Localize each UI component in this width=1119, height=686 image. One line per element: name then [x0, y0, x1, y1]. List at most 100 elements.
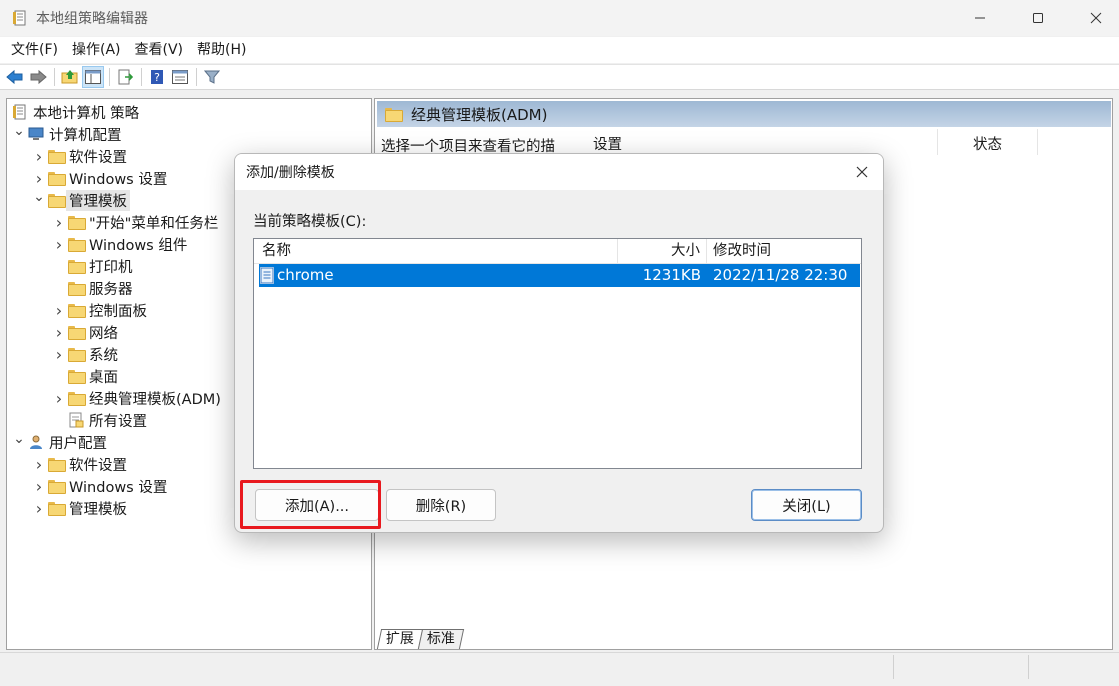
status-divider [893, 655, 894, 679]
maximize-button[interactable] [1015, 0, 1061, 36]
column-header-name[interactable]: 名称 [262, 239, 291, 264]
folder-icon [47, 148, 66, 164]
tree-item[interactable]: › Windows 设置 [31, 475, 168, 497]
tree-item[interactable]: ⌄ 管理模板 [31, 189, 130, 211]
menu-action[interactable]: 操作(A) [65, 37, 128, 63]
tree-item[interactable]: › 网络 [51, 321, 118, 343]
chevron-right-icon[interactable]: › [51, 235, 67, 254]
chevron-right-icon[interactable]: › [51, 213, 67, 232]
menu-help[interactable]: 帮助(H) [190, 37, 253, 63]
template-name: chrome [277, 266, 334, 284]
tree-item-label: 桌面 [89, 369, 118, 386]
tree-item-label: 控制面板 [89, 303, 147, 320]
folder-icon [47, 170, 66, 186]
folder-icon [67, 258, 86, 274]
tree-item[interactable]: › 控制面板 [51, 299, 147, 321]
chevron-right-icon[interactable]: › [51, 345, 67, 364]
forward-arrow-icon [30, 69, 47, 85]
properties-button[interactable] [169, 66, 191, 88]
column-header-modified[interactable]: 修改时间 [713, 239, 771, 264]
show-hide-tree-button[interactable] [82, 66, 104, 88]
tree-item[interactable]: › Windows 组件 [51, 233, 188, 255]
menu-file[interactable]: 文件(F) [4, 37, 65, 63]
tab-extended[interactable]: 扩展 [376, 629, 424, 649]
folder-icon [67, 324, 86, 340]
tree-item[interactable]: 打印机 [51, 255, 133, 277]
menu-view[interactable]: 查看(V) [128, 37, 191, 63]
tree-item[interactable]: 所有设置 [51, 409, 147, 431]
annotation-highlight-box [240, 480, 381, 529]
tree-item[interactable]: › 经典管理模板(ADM) [51, 387, 221, 409]
tree-item[interactable]: 本地计算机 策略 [11, 101, 139, 123]
toolbar-separator [141, 68, 142, 86]
policy-doc-icon [11, 104, 29, 120]
tree-item-label: 系统 [89, 347, 118, 364]
tree-item-label: 经典管理模板(ADM) [89, 391, 221, 408]
folder-icon [47, 192, 66, 208]
dialog-title-bar: 添加/删除模板 [235, 154, 883, 190]
chevron-right-icon[interactable]: › [51, 301, 67, 320]
column-header-size[interactable]: 大小 [620, 239, 700, 264]
forward-button[interactable] [27, 66, 49, 88]
title-bar: 本地组策略编辑器 [0, 0, 1119, 36]
remove-button[interactable]: 删除(R) [386, 489, 496, 521]
templates-list[interactable]: 名称 大小 修改时间 chrome 1231KB 2022/11/28 22:3… [253, 238, 862, 469]
tree-item-label: 软件设置 [69, 457, 127, 474]
close-button[interactable]: 关闭(L) [751, 489, 862, 521]
tree-item[interactable]: ⌄ 用户配置 [11, 431, 107, 453]
dialog-close-x-button[interactable] [851, 161, 873, 183]
chevron-right-icon[interactable]: › [31, 169, 47, 188]
user-icon [27, 434, 45, 450]
tree-item-label: Windows 组件 [89, 237, 188, 254]
help-button[interactable]: ? [146, 66, 168, 88]
filter-icon [204, 70, 220, 84]
tree-item[interactable]: 服务器 [51, 277, 133, 299]
list-item-chrome[interactable]: chrome 1231KB 2022/11/28 22:30 [259, 264, 860, 287]
maximize-icon [1033, 13, 1043, 23]
tree-item[interactable]: 桌面 [51, 365, 118, 387]
tree-item-label: "开始"菜单和任务栏 [89, 215, 219, 232]
chevron-down-icon[interactable]: ⌄ [31, 189, 47, 205]
tree-item[interactable]: › 管理模板 [31, 497, 127, 519]
chevron-right-icon[interactable]: › [51, 323, 67, 342]
tree-item-label: Windows 设置 [69, 171, 168, 188]
toolbar-separator [196, 68, 197, 86]
help-icon: ? [151, 70, 163, 84]
tab-standard[interactable]: 标准 [417, 629, 465, 649]
up-folder-icon [61, 70, 78, 84]
show-hide-tree-icon [85, 70, 101, 84]
back-arrow-icon [6, 69, 23, 85]
chevron-right-icon[interactable]: › [31, 455, 47, 474]
tree-item[interactable]: › 软件设置 [31, 145, 127, 167]
tree-item-label: 管理模板 [66, 189, 130, 211]
chevron-right-icon[interactable]: › [31, 477, 47, 496]
tree-item-label: 本地计算机 策略 [33, 105, 140, 122]
tree-item-label: 计算机配置 [49, 127, 122, 144]
filter-button[interactable] [201, 66, 223, 88]
up-level-button[interactable] [59, 66, 81, 88]
minimize-button[interactable] [957, 0, 1003, 36]
column-header-status[interactable]: 状态 [973, 129, 1002, 157]
chevron-right-icon[interactable]: › [31, 147, 47, 166]
tree-item[interactable]: › 系统 [51, 343, 118, 365]
tree-item[interactable]: › "开始"菜单和任务栏 [51, 211, 219, 233]
tree-item-label: Windows 设置 [69, 479, 168, 496]
tree-item[interactable]: › 软件设置 [31, 453, 127, 475]
chevron-right-icon[interactable]: › [31, 499, 47, 518]
folder-icon [67, 368, 86, 384]
add-remove-templates-dialog: 添加/删除模板 当前策略模板(C): 名称 大小 修改时间 chrome 123… [234, 153, 884, 533]
tree-item[interactable]: ⌄ 计算机配置 [11, 123, 122, 145]
tree-item[interactable]: › Windows 设置 [31, 167, 168, 189]
folder-icon [67, 214, 86, 230]
window-close-button[interactable] [1073, 0, 1119, 36]
close-icon [856, 166, 868, 178]
chevron-down-icon[interactable]: ⌄ [11, 123, 27, 139]
list-header: 名称 大小 修改时间 [254, 239, 861, 264]
svg-text:?: ? [154, 71, 160, 84]
column-divider [937, 129, 938, 155]
chevron-right-icon[interactable]: › [51, 389, 67, 408]
tree-item-label: 软件设置 [69, 149, 127, 166]
export-list-button[interactable] [114, 66, 136, 88]
back-button[interactable] [4, 66, 26, 88]
chevron-down-icon[interactable]: ⌄ [11, 431, 27, 447]
